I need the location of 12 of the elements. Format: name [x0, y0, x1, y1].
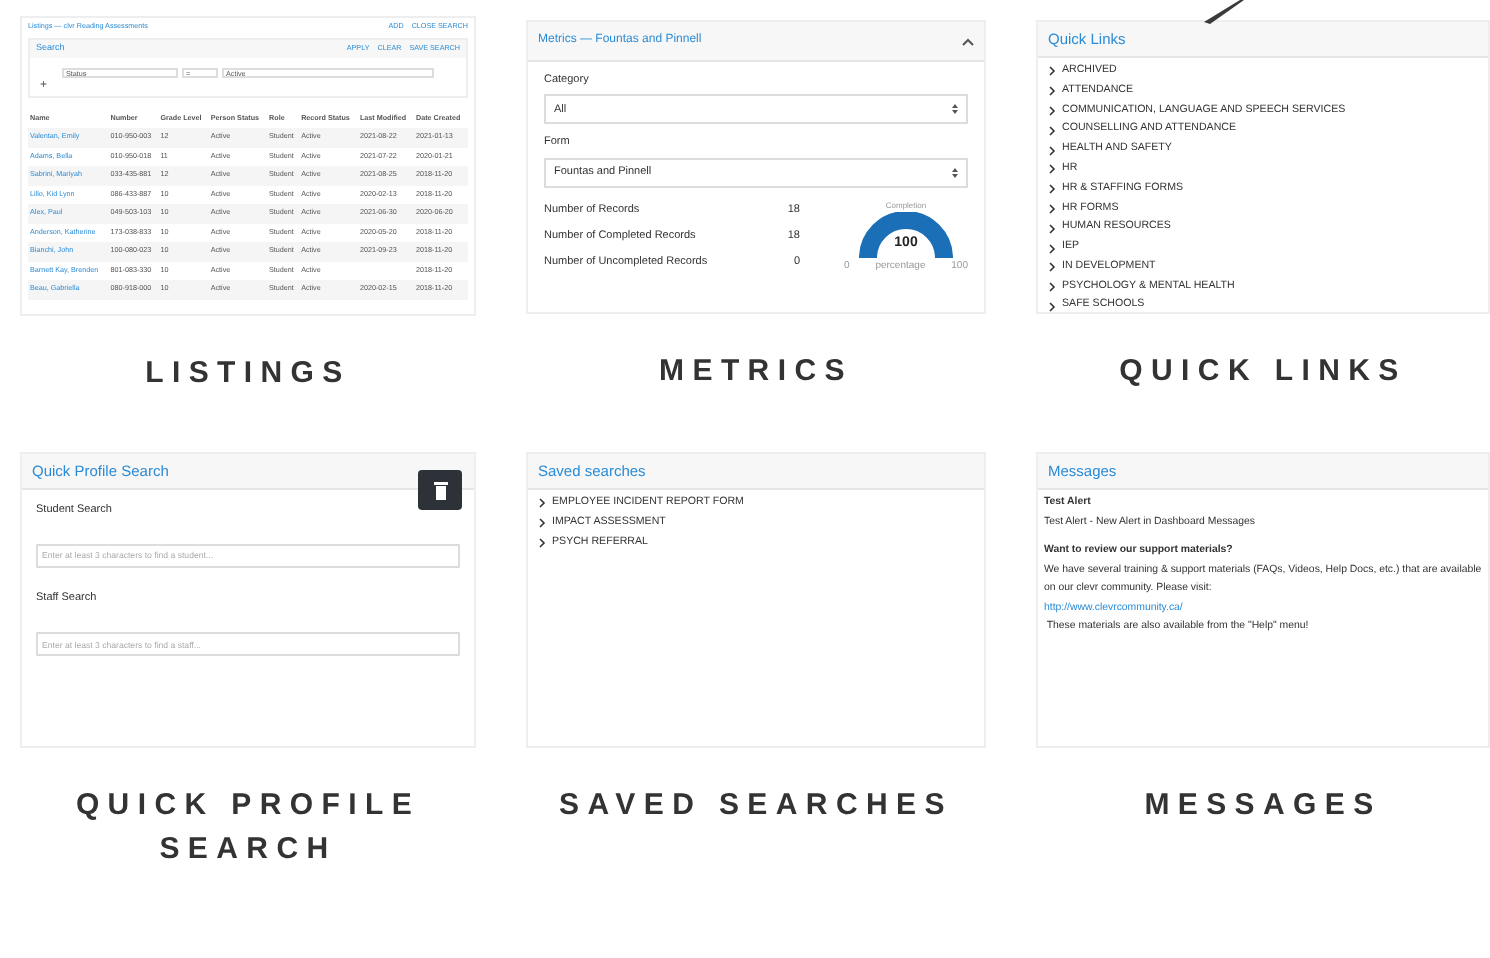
gauge-dial — [856, 211, 956, 261]
section-caption: SAVED SEARCHES — [559, 786, 953, 826]
section-caption: METRICS — [659, 352, 853, 392]
trash-button[interactable] — [418, 470, 462, 510]
updown-caret-icon — [952, 167, 958, 177]
collapse-icon[interactable] — [962, 37, 974, 45]
updown-caret-icon — [952, 104, 958, 115]
section-caption: QUICK PROFILE SEARCH — [73, 786, 423, 870]
trash-icon — [433, 481, 447, 499]
section-caption: MESSAGES — [1144, 786, 1382, 826]
section-caption: QUICK LINKS — [1119, 352, 1407, 392]
section-caption: LISTINGS — [145, 354, 351, 394]
